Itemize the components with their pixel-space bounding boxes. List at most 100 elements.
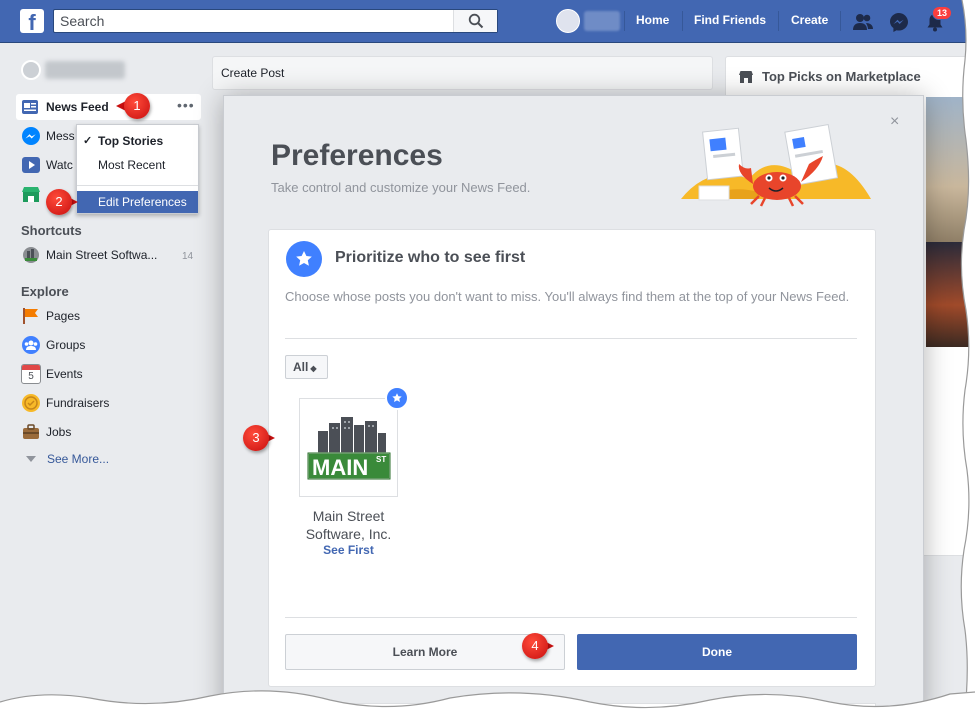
profile-name-redacted[interactable] [584,11,620,31]
marketplace-store-icon [739,71,753,83]
search-input[interactable] [54,10,454,32]
friend-requests-icon[interactable] [852,11,874,33]
divider [778,11,779,31]
sidebar-item-messenger[interactable]: Mess [18,124,78,148]
divider [840,11,841,31]
home-link[interactable]: Home [636,13,669,27]
sidebar-item-label: Fundraisers [46,396,110,410]
divider [624,11,625,31]
facebook-logo-icon[interactable]: f [20,9,44,33]
shortcuts-heading: Shortcuts [21,223,82,238]
messenger-icon [22,127,40,145]
page-thumbnail[interactable]: MAIN ST [299,398,398,497]
calendar-day: 5 [28,371,34,382]
divider [682,11,683,31]
main-street-logo-icon [307,417,391,480]
dialog-subtitle: Take control and customize your News Fee… [271,180,531,195]
filter-label: All [293,360,309,374]
shortcut-count-badge: 14 [182,251,194,262]
page-name[interactable]: Main Street Software, Inc. [299,507,398,543]
section-description: Choose whose posts you don't want to mis… [285,289,850,304]
logo-superscript: ST [376,455,387,464]
sidebar-item-watch[interactable]: Watc [18,153,78,177]
groups-icon [22,336,40,354]
search-box [53,9,498,33]
sidebar-item-label: Watc [46,158,73,172]
chevron-down-icon [26,456,36,462]
search-button[interactable] [453,10,497,32]
step-number: 1 [124,93,150,119]
create-link[interactable]: Create [791,13,828,27]
menu-item-label: Top Stories [98,134,164,148]
events-calendar-icon: 5 [21,364,41,384]
step-marker-1: 1 [116,93,160,119]
menu-item-top-stories[interactable]: ✓ Top Stories [77,130,198,152]
create-post-title: Create Post [221,66,285,80]
sidebar-item-news-feed[interactable]: News Feed [16,94,201,120]
preferences-dialog: × Preferences Take control and customize… [223,95,924,720]
fundraisers-icon [22,394,40,412]
prioritize-card: Prioritize who to see first Choose whose… [268,229,876,687]
sidebar-item-groups[interactable]: Groups [18,333,138,357]
step-number: 4 [522,633,548,659]
sidebar-item-label: Pages [46,309,81,323]
menu-item-label: Most Recent [98,158,166,172]
menu-divider [77,185,198,186]
pages-flag-icon [23,308,38,324]
sidebar-name-redacted[interactable] [45,61,125,79]
divider [285,617,857,618]
sidebar-item-label: News Feed [46,100,109,114]
profile-avatar[interactable] [556,9,580,33]
find-friends-link[interactable]: Find Friends [694,13,766,27]
step-marker-4: 4 [522,633,558,659]
section-title: Prioritize who to see first [335,249,526,266]
sidebar-item-label: Mess [46,129,75,143]
star-icon [286,241,322,277]
sort-caret-icon: ◆ [310,364,317,373]
more-options-icon[interactable]: ••• [177,98,197,114]
menu-item-edit-preferences[interactable]: Edit Preferences [77,191,198,213]
marketplace-title[interactable]: Top Picks on Marketplace [762,69,921,84]
see-more-link[interactable]: See More... [47,452,109,466]
logo-text: MAIN [312,455,369,480]
crab-illustration-icon [681,124,871,207]
menu-item-most-recent[interactable]: Most Recent [77,154,198,176]
step-number: 2 [46,189,72,215]
jobs-briefcase-icon [23,424,39,439]
shortcut-main-street-software[interactable]: Main Street Softwa... [18,243,198,267]
step-marker-2: 2 [46,189,82,215]
done-button[interactable]: Done [577,634,857,670]
sidebar-avatar[interactable] [21,60,41,80]
sidebar-item-fundraisers[interactable]: Fundraisers [18,391,158,415]
see-first-star-icon[interactable] [385,386,409,410]
top-navigation-bar: f Home Find Friends Create 13 [0,0,975,43]
shortcut-label: Main Street Softwa... [46,248,158,262]
explore-heading: Explore [21,284,69,299]
sidebar-item-marketplace[interactable] [18,182,48,206]
messenger-icon[interactable] [888,11,910,33]
create-post-card[interactable]: Create Post [212,56,713,90]
step-marker-3: 3 [243,425,279,451]
sidebar-item-label: Jobs [46,425,72,439]
main-street-logo-icon [23,247,39,263]
filter-dropdown[interactable]: All ◆ [285,355,328,379]
divider [285,338,857,339]
torn-edge-decoration [960,0,975,720]
sidebar-item-pages[interactable]: Pages [18,304,138,328]
torn-edge-decoration [0,690,975,720]
sidebar-item-jobs[interactable]: Jobs [18,420,138,444]
search-icon [468,13,484,29]
see-first-status[interactable]: See First [299,543,398,557]
news-feed-icon [22,100,38,114]
menu-item-label: Edit Preferences [98,195,187,209]
watch-icon [22,157,40,173]
checkmark-icon: ✓ [83,135,93,147]
news-feed-options-menu: ✓ Top Stories Most Recent Edit Preferenc… [76,124,199,214]
sidebar-item-events[interactable]: 5 Events [18,362,138,386]
sidebar-item-label: Groups [46,338,86,352]
sidebar-item-label: Events [46,367,83,381]
step-number: 3 [243,425,269,451]
marketplace-store-icon [22,187,40,202]
dialog-title: Preferences [271,139,443,172]
close-icon[interactable]: × [890,113,899,131]
